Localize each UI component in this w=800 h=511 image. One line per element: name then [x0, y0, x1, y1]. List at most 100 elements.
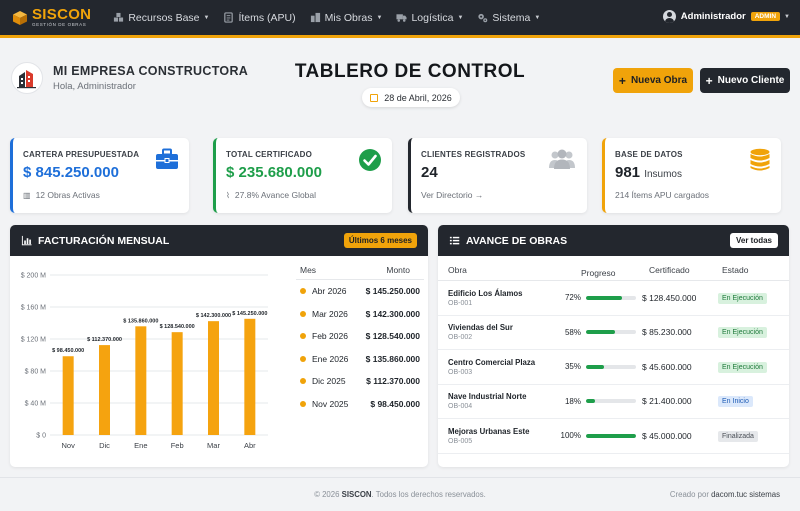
col-estado: Estado [722, 265, 749, 275]
progress-bar-fill [586, 399, 595, 404]
card-clientes: CLIENTES REGISTRADOS 24 Ver Directorio → [408, 138, 587, 213]
status-badge: En Inicio [718, 396, 753, 408]
billing-table: Mes Monto Abr 2026 $ 145.250.000 Mar 2026… [296, 265, 424, 415]
plus-icon: + [705, 73, 713, 88]
bar-data-label: $ 112.370.000 [87, 337, 122, 343]
col-certificado: Certificado [649, 265, 690, 275]
card-value: 981 [615, 164, 641, 181]
user-name: Administrador [680, 11, 746, 22]
col-month: Mes [300, 265, 317, 275]
certificado-value: $ 85.230.000 [642, 327, 692, 338]
progress-row[interactable]: Centro Comercial Plaza OB-003 35% $ 45.600.… [438, 350, 789, 385]
obra-name: Centro Comercial Plaza [448, 357, 536, 367]
brand-logo[interactable]: SISCON GESTIÓN DE OBRAS [12, 7, 91, 28]
row-month: Abr 2026 [312, 286, 347, 297]
progress-bar [586, 433, 636, 438]
x-tick-label: Dic [99, 441, 110, 450]
card-value: $ 235.680.000 [226, 164, 322, 181]
progress-row[interactable]: Nave Industrial Norte OB-004 18% $ 21.400.0… [438, 385, 789, 419]
credit-link[interactable]: dacom.tuc sistemas [711, 490, 780, 499]
status-cell: Finalizada [715, 430, 789, 442]
row-month: Ene 2026 [312, 353, 349, 364]
cube-logo-icon [13, 10, 27, 25]
role-badge: ADMIN [750, 12, 781, 21]
view-all-button[interactable]: Ver todas [729, 233, 778, 248]
bar-data-label: $ 142.300.000 [196, 313, 231, 319]
chart-bar[interactable] [135, 326, 147, 435]
obra-name: Mejoras Urbanas Este [448, 426, 530, 436]
row-amount: $ 135.860.000 [365, 353, 420, 364]
y-tick-label: $ 160 M [21, 305, 46, 312]
card-sub: Ver Directorio → [421, 190, 484, 200]
menu-sistema[interactable]: Sistema ▼ [477, 12, 540, 24]
progress-row[interactable]: Mejoras Urbanas Este OB-005 100% $ 45.000.0… [438, 419, 789, 454]
bar-data-label: $ 145.250.000 [232, 311, 267, 317]
progress-percent: 35% [564, 362, 581, 372]
bar-data-label: $ 135.860.000 [123, 318, 158, 324]
menu-label: Ítems (APU) [238, 11, 296, 24]
obra-cell: Edificio Los Álamos OB-001 [438, 289, 559, 307]
obra-cell: Centro Comercial Plaza OB-003 [438, 358, 559, 376]
card-label: CLIENTES REGISTRADOS [421, 150, 526, 159]
progress-panel: AVANCE DE OBRAS Ver todas Obra Progreso … [438, 225, 789, 467]
col-obra: Obra [448, 265, 467, 275]
progress-row[interactable]: Viviendas del Sur OB-002 58% $ 85.230.000 En… [438, 316, 789, 350]
menu-recursos-base[interactable]: Recursos Base ▼ [113, 12, 209, 24]
status-badge: En Ejecución [718, 361, 767, 373]
card-sub: 214 Ítems APU cargados [615, 190, 710, 200]
obra-cell: Mejoras Urbanas Este OB-005 [438, 427, 559, 445]
certificado-value: $ 45.600.000 [642, 361, 692, 372]
progress-row[interactable]: Edificio Los Álamos OB-001 72% $ 128.450.00… [438, 281, 789, 316]
building-small-icon: ▥ [23, 190, 31, 200]
col-progreso: Progreso [581, 267, 616, 278]
briefcase-icon [156, 148, 178, 169]
x-tick-label: Nov [61, 441, 75, 450]
new-client-button[interactable]: + Nuevo Cliente [700, 68, 790, 93]
menu-logistica[interactable]: Logística ▼ [396, 12, 463, 24]
new-obra-label: Nueva Obra [630, 75, 688, 86]
billing-row: Ene 2026 $ 135.860.000 [296, 348, 424, 371]
card-sub: 12 Obras Activas [35, 190, 100, 200]
calendar-icon [370, 93, 379, 102]
status-cell: En Ejecución [715, 292, 789, 304]
obra-code: OB-003 [448, 368, 473, 376]
obra-code: OB-004 [448, 403, 473, 411]
bar-data-label: $ 98.450.000 [52, 348, 84, 354]
chart-bar[interactable] [62, 356, 74, 435]
progress-cell: 35% [559, 362, 642, 371]
user-menu[interactable]: Administrador ADMIN ▼ [662, 10, 790, 23]
database-icon [750, 148, 770, 171]
progress-cell: 100% [559, 431, 642, 440]
bullet-dot [300, 333, 306, 340]
progress-bar [586, 295, 636, 300]
obra-cell: Nave Industrial Norte OB-004 [438, 392, 559, 410]
row-month: Dic 2025 [312, 376, 346, 387]
menu-label: Recursos Base [128, 11, 200, 24]
certificado-value: $ 128.450.000 [642, 292, 697, 303]
menu-mis-obras[interactable]: Mis Obras ▼ [310, 12, 383, 24]
progress-title: AVANCE DE OBRAS [466, 234, 568, 247]
card-label: TOTAL CERTIFICADO [226, 150, 313, 159]
chart-bar[interactable] [99, 345, 110, 435]
truck-icon [396, 14, 407, 22]
row-month: Feb 2026 [312, 331, 348, 342]
chart-bar[interactable] [171, 332, 183, 435]
billing-row: Mar 2026 $ 142.300.000 [296, 303, 424, 326]
chevron-down-icon: ▼ [784, 13, 790, 20]
progress-cell: 72% [559, 293, 642, 302]
billing-chart: $ 0 $ 40 M $ 80 M $ 120 M $ 160 M $ 200 M $ 98… [21, 273, 268, 450]
menu-label: Logística [411, 11, 454, 24]
x-tick-label: Feb [171, 441, 184, 450]
chart-bar[interactable] [244, 318, 256, 435]
progress-percent: 100% [560, 431, 581, 441]
col-amount: Monto [386, 265, 410, 275]
directory-link[interactable]: Ver Directorio → [421, 190, 483, 200]
new-obra-button[interactable]: + Nueva Obra [613, 68, 693, 93]
billing-title: FACTURACIÓN MENSUAL [38, 234, 170, 247]
y-tick-label: $ 0 [36, 433, 46, 440]
chevron-down-icon: ▼ [376, 14, 383, 21]
billing-row: Nov 2025 $ 98.450.000 [296, 393, 424, 416]
menu-items-apu[interactable]: Ítems (APU) [223, 11, 296, 24]
billing-table-header: Mes Monto [296, 265, 424, 280]
chart-bar[interactable] [208, 321, 219, 435]
